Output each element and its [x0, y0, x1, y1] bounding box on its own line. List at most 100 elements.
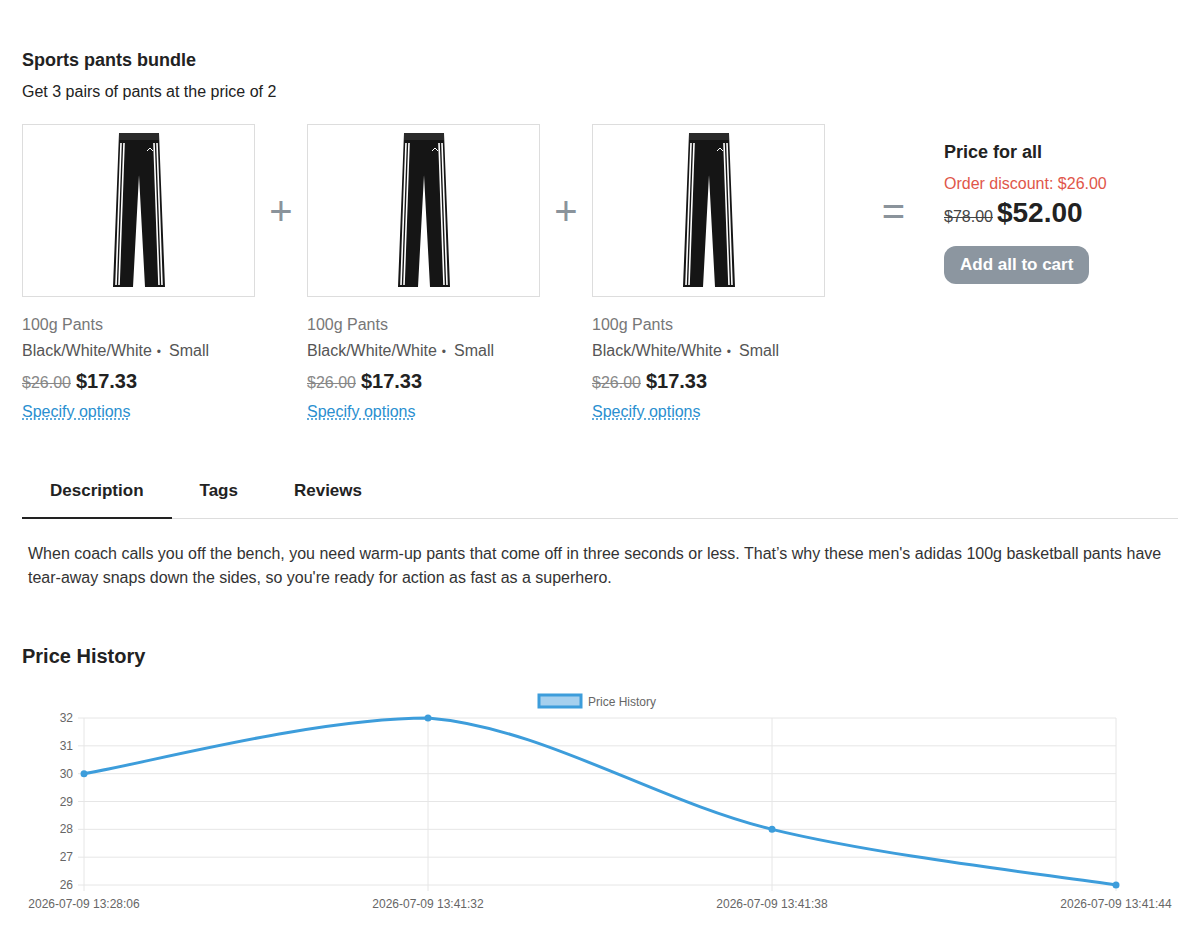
old-price: $26.00: [22, 374, 71, 391]
product-price: $26.00 $17.33: [592, 367, 825, 397]
grid-line: [78, 829, 1116, 830]
y-tick: 27: [60, 850, 74, 864]
specify-options-link[interactable]: Specify options: [22, 403, 131, 420]
grid-line: [78, 801, 1116, 802]
grid-line: [428, 718, 429, 891]
plus-sign: +: [540, 124, 592, 297]
variant-color: Black/White/White: [307, 342, 437, 359]
old-price: $26.00: [307, 374, 356, 391]
product-variant: Black/White/White•Small: [307, 339, 540, 364]
product-name[interactable]: 100g Pants: [307, 313, 540, 337]
variant-size: Small: [169, 342, 209, 359]
bundle-summary: Price for allOrder discount: $26.00$78.0…: [944, 124, 1107, 284]
link-row: Specify options: [307, 400, 540, 424]
total-price: $78.00$52.00: [944, 196, 1107, 234]
price: $17.33: [646, 370, 707, 392]
tab[interactable]: Reviews: [266, 465, 390, 519]
tab[interactable]: Tags: [172, 465, 266, 519]
operator: +: [269, 191, 292, 231]
x-label: 2026-07-09 13:28:06: [28, 897, 140, 911]
logo-mark: [147, 148, 153, 151]
stripes-right: [439, 143, 447, 285]
link-row: Specify options: [592, 400, 825, 424]
product-name[interactable]: 100g Pants: [592, 313, 825, 337]
product-card: 100g PantsBlack/White/White•Small$26.00$…: [22, 124, 255, 424]
product-card: 100g PantsBlack/White/White•Small$26.00$…: [592, 124, 825, 424]
pants-icon: [111, 131, 167, 291]
product-image[interactable]: [592, 124, 825, 297]
data-point[interactable]: [1113, 882, 1120, 889]
y-tick: 29: [60, 795, 74, 809]
y-tick: 30: [60, 767, 74, 781]
pants-icon: [681, 131, 737, 291]
grid-line: [1116, 718, 1117, 891]
variant-color: Black/White/White: [22, 342, 152, 359]
grid-line: [84, 718, 85, 891]
product-price: $26.00 $17.33: [22, 367, 255, 397]
data-point[interactable]: [769, 826, 776, 833]
data-point[interactable]: [425, 715, 432, 722]
pants-shape: [683, 133, 735, 287]
grid-line: [772, 718, 773, 891]
description-text: When coach calls you off the bench, you …: [22, 542, 1172, 590]
specify-options-link[interactable]: Specify options: [592, 403, 701, 420]
waistband: [119, 133, 159, 140]
chart-canvas: Price History 26 27 28 29 30 31 32 2026-07-09 13…: [0, 687, 1200, 922]
y-tick: 28: [60, 822, 74, 836]
price-line: [84, 718, 1116, 885]
legend-swatch: [539, 695, 581, 707]
variant-bullet: •: [727, 345, 731, 359]
operator: =: [882, 191, 905, 231]
variant-size: Small: [739, 342, 779, 359]
product-card: 100g PantsBlack/White/White•Small$26.00$…: [307, 124, 540, 424]
data-point[interactable]: [81, 770, 88, 777]
product-image[interactable]: [22, 124, 255, 297]
variant-bullet: •: [442, 345, 446, 359]
old-total: $78.00: [944, 208, 993, 225]
specify-options-link[interactable]: Specify options: [307, 403, 416, 420]
stripes-right: [154, 143, 162, 285]
waistband: [404, 133, 444, 140]
product-price: $26.00 $17.33: [307, 367, 540, 397]
y-tick: 31: [60, 739, 74, 753]
product-variant: Black/White/White • Small: [592, 339, 825, 364]
logo-mark: [432, 148, 438, 151]
x-label: 2026-07-09 13:41:38: [716, 897, 828, 911]
equals-sign: =: [825, 124, 944, 297]
grid-line: [78, 885, 1116, 886]
grid-line: [78, 718, 1116, 719]
y-tick: 26: [60, 878, 74, 892]
plus-sign: +: [255, 124, 307, 297]
tab-bar: DescriptionTagsReviews: [22, 465, 1178, 519]
product-variant: Black/White/White • Small: [22, 339, 255, 364]
variant-color: Black/White/White: [592, 342, 722, 359]
x-label: 2026-07-09 13:41:32: [372, 897, 484, 911]
logo-mark: [717, 148, 723, 151]
bundle-row: 100g PantsBlack/White/White•Small$26.00$…: [22, 124, 1178, 424]
bundle-subtitle: Get 3 pairs of pants at the price of 2: [22, 80, 1178, 104]
price: $17.33: [76, 370, 137, 392]
price: $17.33: [361, 370, 422, 392]
price-history-chart: Price History 26 27 28 29 30 31 32 2026-07-09 13…: [0, 687, 1200, 922]
legend-label: Price History: [588, 695, 656, 709]
grid-line: [78, 773, 1116, 774]
button-row: Add all to cart: [944, 246, 1107, 284]
y-tick: 32: [60, 711, 74, 725]
link-row: Specify options: [22, 400, 255, 424]
page: Sports pants bundle Get 3 pairs of pants …: [0, 46, 1200, 922]
stripes-left: [116, 143, 124, 285]
product-image[interactable]: [307, 124, 540, 297]
pants-shape: [398, 133, 450, 287]
x-label: 2026-07-09 13:41:44: [1060, 897, 1172, 911]
pants-shape: [113, 133, 165, 287]
tab[interactable]: Description: [22, 465, 172, 519]
variant-bullet: •: [157, 345, 161, 359]
stripes-right: [724, 143, 732, 285]
grid-line: [78, 857, 1116, 858]
chart-title: Price History: [22, 642, 1178, 670]
product-name[interactable]: 100g Pants: [22, 313, 255, 337]
old-price: $26.00: [592, 374, 641, 391]
stripes-left: [401, 143, 409, 285]
add-all-to-cart-button[interactable]: Add all to cart: [944, 246, 1089, 284]
bundle-title: Sports pants bundle: [22, 46, 1178, 74]
